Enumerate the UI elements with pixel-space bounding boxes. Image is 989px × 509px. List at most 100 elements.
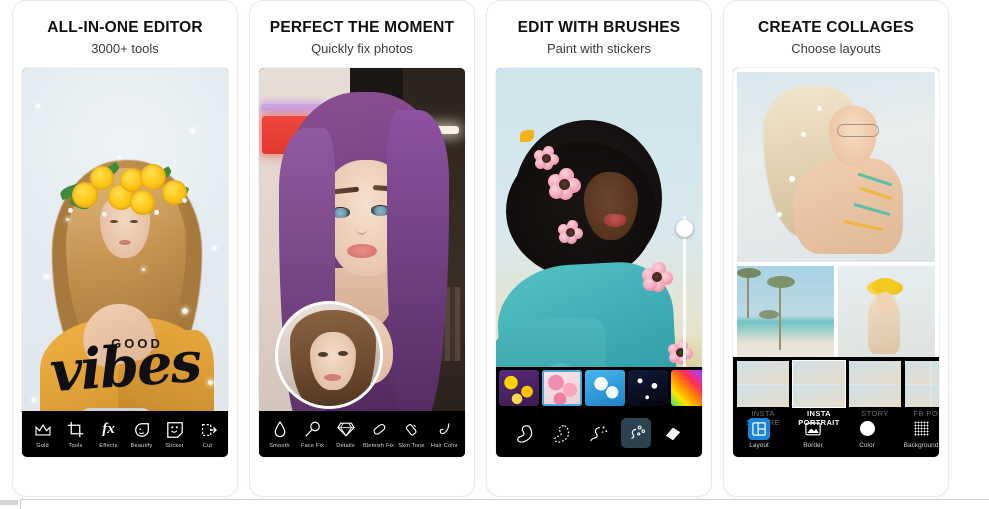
- toolbar-label: Cut: [202, 442, 213, 449]
- brush-swatch-bar[interactable]: [496, 367, 702, 410]
- crop-icon: [66, 420, 86, 440]
- toolbar-label: Effects: [99, 442, 118, 449]
- toolbar-label: Hair Color: [430, 442, 459, 449]
- screenshot-card-1[interactable]: ALL-IN-ONE EDITOR 3000+ tools GOOD vibes…: [12, 0, 238, 497]
- glasses: [837, 124, 879, 138]
- screenshot-card-3[interactable]: EDIT WITH BRUSHES Paint with stickers: [486, 0, 712, 497]
- border-image-icon: [802, 418, 824, 440]
- patch-icon: [369, 420, 389, 440]
- toolbar-label: Tools: [68, 442, 83, 449]
- tool-label: Background: [903, 441, 939, 449]
- brush-swatch-sparkle[interactable]: [628, 370, 668, 407]
- layout-thumb-fb-post[interactable]: [905, 361, 939, 408]
- toolbar-item-blemish-fix[interactable]: Blemish Fix: [362, 420, 395, 449]
- collage-bottom-row: [737, 266, 935, 363]
- sticker-icon: [165, 420, 185, 440]
- diamond-icon: [336, 420, 356, 440]
- editor-toolbar-1[interactable]: Gold Tools fx Effects Beautify Sticker C…: [22, 411, 228, 458]
- screenshot-card-2[interactable]: PERFECT THE MOMENT Quickly fix photos Sm…: [249, 0, 475, 497]
- card-1-subtitle: 3000+ tools: [91, 41, 159, 57]
- brush-dotted-tool[interactable]: [547, 418, 577, 448]
- eyebrow-left: [332, 186, 360, 195]
- tool-label: Layout: [749, 441, 769, 449]
- collage-tool-background[interactable]: Background: [903, 418, 939, 449]
- editor-toolbar-2[interactable]: Smooth Face Fix Details Blemish Fix Skin…: [259, 411, 465, 458]
- toolbar-item-effects[interactable]: fx Effects: [92, 420, 125, 449]
- flower-sticker: [668, 340, 694, 366]
- layout-thumb-story[interactable]: [849, 361, 901, 408]
- layout-thumb-insta-square[interactable]: [737, 361, 789, 408]
- collage-tool-layout[interactable]: Layout: [741, 417, 777, 449]
- brush-swatch-white-blossom[interactable]: [585, 370, 625, 407]
- sparkle-overlay: [22, 68, 228, 457]
- eraser-tool[interactable]: [658, 418, 688, 448]
- toolbar-item-hair-color[interactable]: Hair Color: [428, 420, 461, 449]
- flower-sticker: [642, 262, 674, 294]
- toolbar-label: Blemish Fix: [362, 442, 395, 449]
- color-circle-icon: [856, 418, 878, 440]
- palm-fronds: [767, 276, 795, 289]
- toolbar-item-sticker[interactable]: Sticker: [158, 420, 191, 449]
- brush-swatch-lemons[interactable]: [499, 370, 539, 407]
- card-2-title: PERFECT THE MOMENT: [269, 19, 455, 36]
- card-3-subtitle: Paint with stickers: [546, 41, 652, 57]
- card-2-subtitle: Quickly fix photos: [311, 41, 413, 57]
- lipstick-icon: [402, 420, 422, 440]
- toolbar-item-details[interactable]: Details: [329, 420, 362, 449]
- face-beautify-icon: [132, 420, 152, 440]
- droplet-icon: [270, 420, 290, 440]
- toolbar-item-beautify[interactable]: Beautify: [125, 420, 158, 449]
- fx-icon: fx: [102, 421, 115, 438]
- collage-grid[interactable]: [737, 72, 935, 363]
- page-bottom-panel: [20, 499, 989, 509]
- brush-scatter-tool[interactable]: [621, 418, 652, 449]
- toolbar-label: Details: [336, 442, 355, 449]
- collage-cell-bottom-right[interactable]: [838, 266, 935, 363]
- pattern-icon: [910, 418, 932, 440]
- layout-thumbnail-row[interactable]: [733, 360, 939, 409]
- collage-tool-bar[interactable]: Layout Border Color Background: [733, 413, 939, 453]
- brush-tool-bar[interactable]: [496, 409, 702, 458]
- card-3-title: EDIT WITH BRUSHES: [517, 19, 681, 36]
- magnifier-icon: [303, 420, 323, 440]
- collage-controls[interactable]: INSTA SQUARE INSTA PORTRAIT STORY FB POS…: [733, 357, 939, 458]
- toolbar-item-face-fix[interactable]: Face Fix: [296, 420, 329, 449]
- subject-arm: [793, 158, 903, 255]
- toolbar-item-tools[interactable]: Tools: [59, 420, 92, 449]
- layout-thumb-insta-portrait[interactable]: [792, 360, 846, 409]
- card-4-subtitle: Choose layouts: [791, 41, 881, 57]
- cutout-icon: [198, 420, 218, 440]
- toolbar-label: Sticker: [165, 442, 184, 449]
- brush-stamp-tool[interactable]: [510, 418, 540, 448]
- toolbar-item-smooth[interactable]: Smooth: [263, 420, 296, 449]
- scroll-indicator[interactable]: [0, 500, 18, 505]
- phone-preview-3: [496, 68, 702, 458]
- tool-label: Color: [859, 441, 875, 449]
- before-preview-circle[interactable]: [275, 301, 383, 410]
- toolbar-label: Beautify: [130, 442, 153, 449]
- card-4-title: CREATE COLLAGES: [758, 19, 914, 36]
- palm-trunk: [779, 280, 781, 351]
- phone-preview-1: GOOD vibes Gold Tools fx Effects Beautif…: [22, 68, 228, 458]
- hair-curl-icon: [435, 420, 455, 440]
- phone-preview-2: Smooth Face Fix Details Blemish Fix Skin…: [259, 68, 465, 458]
- screenshot-card-4[interactable]: CREATE COLLAGES Choose layouts INSTA INS…: [723, 0, 949, 497]
- crown-icon: [33, 420, 53, 440]
- collage-tool-color[interactable]: Color: [849, 418, 885, 449]
- flower-sticker: [548, 168, 582, 202]
- toolbar-item-cut[interactable]: Cut: [191, 420, 224, 449]
- brush-swatch-rainbow[interactable]: [671, 370, 702, 407]
- phone-preview-4: INSTA SQUARE INSTA PORTRAIT STORY FB POS…: [733, 68, 939, 458]
- palm-fronds: [759, 310, 779, 320]
- toolbar-label: Face Fix: [300, 442, 325, 449]
- palm-fronds: [737, 268, 761, 279]
- collage-cell-bottom-left[interactable]: [737, 266, 834, 363]
- collage-cell-top[interactable]: [737, 72, 935, 263]
- screenshot-carousel[interactable]: ALL-IN-ONE EDITOR 3000+ tools GOOD vibes…: [0, 0, 989, 509]
- brush-sparkle-tool[interactable]: [584, 418, 614, 448]
- layout-grid-icon: [748, 417, 770, 440]
- toolbar-item-gold[interactable]: Gold: [26, 420, 59, 449]
- toolbar-item-skin-tone[interactable]: Skin Tone: [395, 420, 428, 449]
- collage-tool-border[interactable]: Border: [795, 418, 831, 449]
- brush-swatch-pink-flowers[interactable]: [542, 370, 582, 407]
